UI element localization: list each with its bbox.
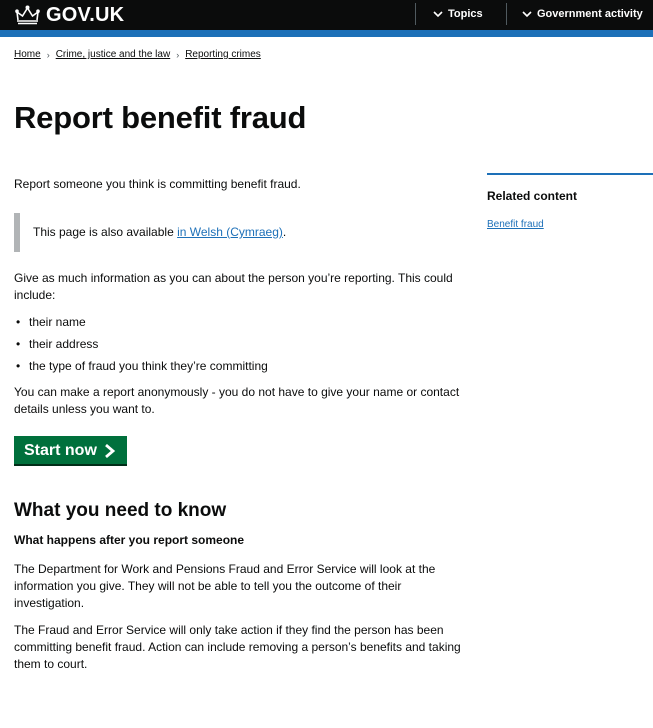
outcome-paragraph: The Department for Work and Pensions Fra… — [14, 562, 436, 610]
breadcrumb-chevron-icon: › — [176, 49, 180, 60]
chevron-down-icon — [433, 11, 443, 18]
inset-text: This page is also available — [33, 225, 178, 239]
related-link-benefit-fraud[interactable]: Benefit fraud — [487, 219, 544, 230]
page-title: Report benefit fraud — [14, 100, 307, 135]
nav-divider — [415, 3, 416, 25]
breadcrumb-crime-justice[interactable]: Crime, justice and the law — [56, 49, 171, 60]
action-paragraph: The Fraud and Error Service will only ta… — [14, 623, 461, 671]
chevron-right-icon — [104, 443, 116, 458]
start-now-button[interactable]: Start now — [14, 436, 127, 464]
logo-text: GOV.UK — [46, 3, 125, 26]
info-list: their name their address the type of fra… — [14, 314, 466, 375]
breadcrumb: Home › Crime, justice and the law › Repo… — [14, 49, 261, 60]
list-item: their address — [14, 336, 466, 353]
give-info-text: Give as much information as you can abou… — [14, 271, 453, 302]
intro-text: Report someone you think is committing b… — [14, 177, 301, 191]
nav-government-activity-label: Government activity — [537, 8, 643, 20]
welsh-language-inset: This page is also available in Welsh (Cy… — [14, 213, 466, 252]
breadcrumb-reporting-crimes[interactable]: Reporting crimes — [185, 49, 261, 60]
breadcrumb-home[interactable]: Home — [14, 49, 41, 60]
govuk-logo-link[interactable]: GOV.UK — [14, 3, 124, 27]
crown-icon — [15, 5, 40, 25]
welsh-link[interactable]: in Welsh (Cymraeg) — [177, 225, 283, 239]
site-header: GOV.UK Topics Government activity — [0, 0, 653, 30]
nav-divider — [506, 3, 507, 25]
nav-government-activity[interactable]: Government activity — [522, 0, 643, 28]
header-accent-bar — [0, 30, 653, 37]
section-heading: What you need to know — [14, 500, 227, 521]
anonymous-text: You can make a report anonymously - you … — [14, 385, 460, 416]
breadcrumb-chevron-icon: › — [46, 49, 50, 60]
sub-heading: What happens after you report someone — [14, 533, 245, 547]
list-item: their name — [14, 314, 466, 331]
nav-topics-label: Topics — [448, 8, 483, 20]
chevron-down-icon — [522, 11, 532, 18]
nav-topics[interactable]: Topics — [433, 0, 483, 28]
main-content: Report someone you think is committing b… — [14, 176, 466, 683]
related-content: Related content Benefit fraud — [487, 173, 653, 232]
inset-suffix: . — [282, 225, 287, 239]
list-item: the type of fraud you think they’re comm… — [14, 358, 466, 375]
related-heading: Related content — [487, 189, 578, 203]
start-now-label: Start now — [24, 442, 97, 459]
